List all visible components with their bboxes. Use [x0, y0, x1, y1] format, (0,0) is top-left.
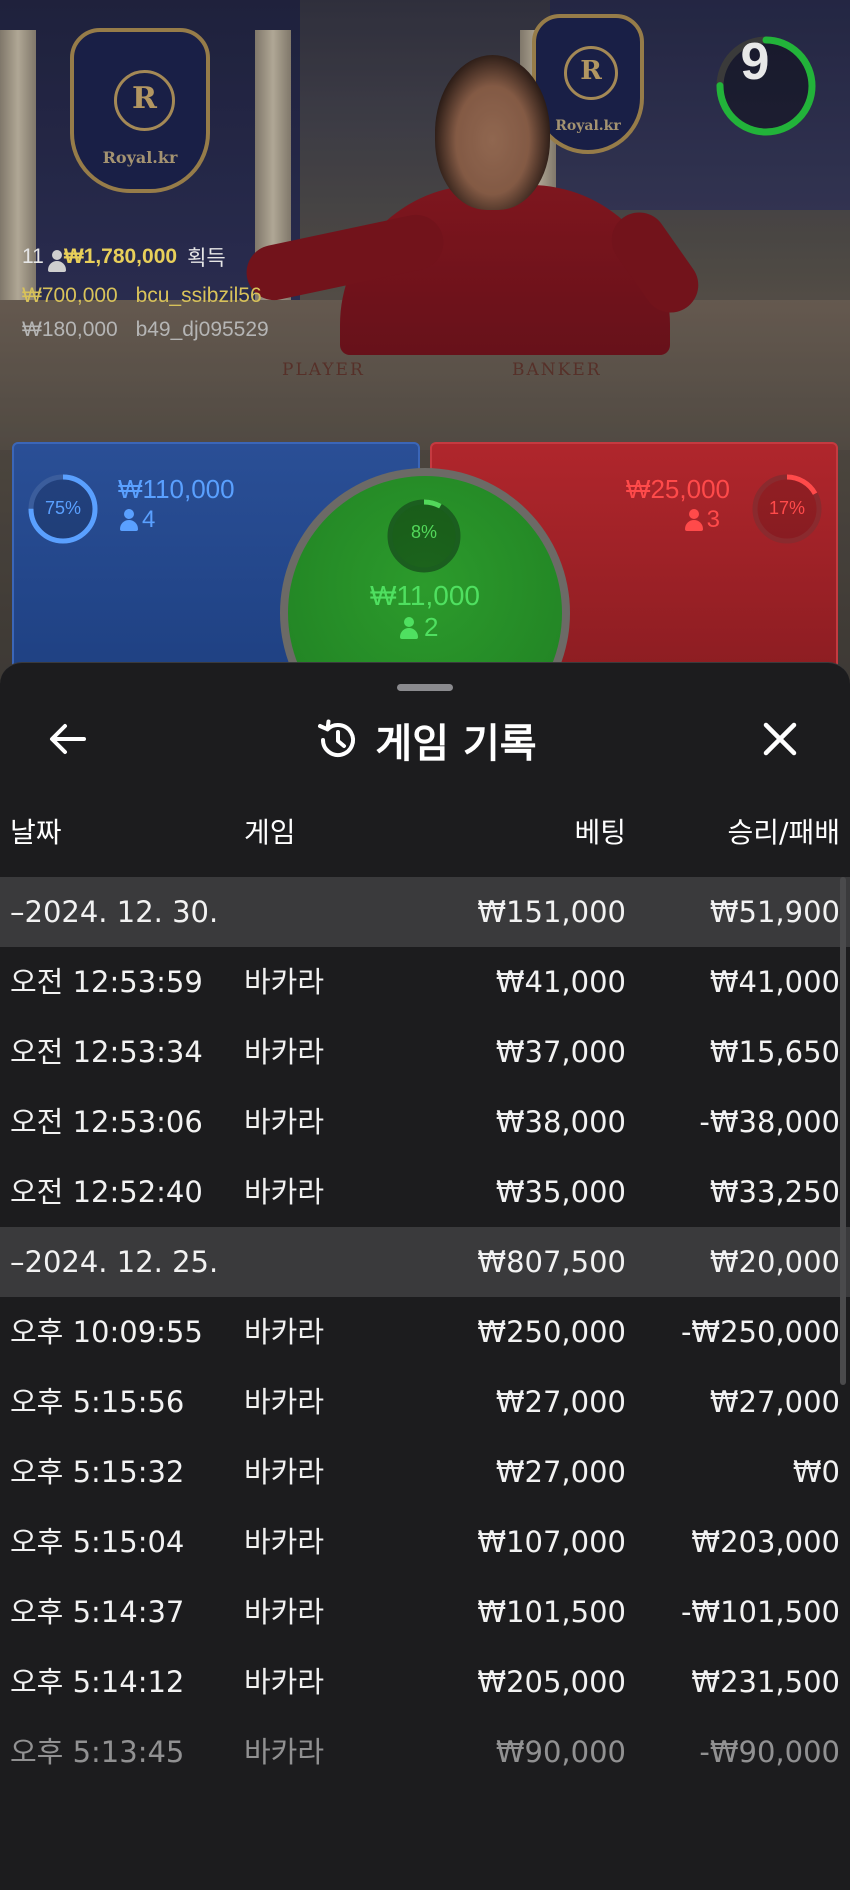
date-group-row[interactable]: –2024. 12. 25. ₩807,500 ₩20,000: [0, 1227, 850, 1297]
row-date: 오전 12:53:06: [10, 1105, 203, 1139]
row-win-loss: -₩38,000: [699, 1105, 840, 1139]
row-bet: ₩38,000: [495, 1105, 626, 1139]
row-date: 오후 5:14:12: [10, 1665, 185, 1699]
row-date: 오전 12:52:40: [10, 1175, 203, 1209]
history-row: 오후 5:15:04 바카라 ₩107,000 ₩203,000: [0, 1507, 850, 1577]
row-bet: ₩27,000: [495, 1385, 626, 1419]
history-row: 오후 5:15:32 바카라 ₩27,000 ₩0: [0, 1437, 850, 1507]
row-bet: ₩37,000: [495, 1035, 626, 1069]
list-fade: [0, 1780, 850, 1890]
row-game: 바카라: [244, 1105, 325, 1139]
countdown-number: 9: [740, 33, 770, 91]
page-title: 게임 기록: [375, 721, 537, 767]
person-icon: [400, 616, 418, 639]
row-bet: ₩101,500: [477, 1595, 626, 1629]
row-win-loss: ₩41,000: [709, 965, 840, 999]
person-icon: [47, 249, 66, 272]
person-icon: [120, 509, 138, 531]
row-bet: ₩107,000: [477, 1525, 626, 1559]
row-date: –2024. 12. 25.: [10, 1245, 219, 1279]
row-game: 바카라: [244, 1315, 325, 1349]
win-feed-summary: 11 ₩1,780,000 획득: [22, 245, 226, 272]
close-icon[interactable]: [756, 715, 804, 763]
date-group-row[interactable]: –2024. 12. 30. ₩151,000 ₩51,900: [0, 877, 850, 947]
row-bet: ₩41,000: [495, 965, 626, 999]
row-win-loss: ₩0: [792, 1455, 840, 1489]
row-date: 오후 5:15:04: [10, 1525, 185, 1559]
column-header-bet[interactable]: 베팅: [574, 811, 626, 851]
row-date: 오후 5:13:45: [10, 1735, 185, 1769]
row-game: 바카라: [244, 1665, 325, 1699]
player-percent: 75%: [44, 498, 82, 518]
live-video: R Royal.kr R Royal.kr PLAYER BANKER 9 11…: [0, 0, 850, 700]
player-bettors: 4: [120, 506, 155, 534]
history-row: 오후 5:15:56 바카라 ₩27,000 ₩27,000: [0, 1367, 850, 1437]
history-row: 오전 12:52:40 바카라 ₩35,000 ₩33,250: [0, 1157, 850, 1227]
table-header: 날짜 게임 베팅 승리/패배: [0, 811, 850, 855]
scrollbar[interactable]: [840, 877, 846, 1385]
row-game: 바카라: [244, 1035, 325, 1069]
column-header-date[interactable]: 날짜: [10, 811, 62, 851]
row-bet: ₩807,500: [477, 1245, 626, 1279]
history-row: 오전 12:53:06 바카라 ₩38,000 -₩38,000: [0, 1087, 850, 1157]
row-win-loss: -₩101,500: [680, 1595, 840, 1629]
row-bet: ₩250,000: [477, 1315, 626, 1349]
row-date: 오전 12:53:34: [10, 1035, 203, 1069]
win-feed-entry: ₩700,000 bcu_ssibzil56: [22, 284, 262, 307]
row-game: 바카라: [244, 1735, 325, 1769]
history-row: 오후 5:13:45 바카라 ₩90,000 -₩90,000: [0, 1717, 850, 1787]
column-header-game[interactable]: 게임: [244, 811, 296, 851]
row-bet: ₩35,000: [495, 1175, 626, 1209]
tie-percent: 8%: [410, 522, 437, 542]
banker-bettors: 3: [684, 506, 720, 534]
row-bet: ₩205,000: [477, 1665, 626, 1699]
row-win-loss: ₩33,250: [709, 1175, 840, 1209]
row-win-loss: ₩15,650: [709, 1035, 840, 1069]
person-icon: [684, 509, 703, 531]
row-game: 바카라: [244, 1175, 325, 1209]
row-game: 바카라: [244, 965, 325, 999]
column-header-win-loss[interactable]: 승리/패배: [728, 811, 840, 851]
row-date: –2024. 12. 30.: [10, 895, 219, 929]
row-win-loss: ₩51,900: [709, 895, 840, 929]
history-row: 오후 5:14:12 바카라 ₩205,000 ₩231,500: [0, 1647, 850, 1717]
win-feed-entry: ₩180,000 b49_dj095529: [22, 318, 269, 341]
sheet-header: 게임 기록: [0, 713, 850, 767]
row-win-loss: -₩250,000: [680, 1315, 840, 1349]
row-win-loss: ₩203,000: [691, 1525, 840, 1559]
tie-bet-amount: ₩11,000: [370, 580, 480, 611]
row-bet: ₩27,000: [495, 1455, 626, 1489]
sheet-drag-handle[interactable]: [397, 684, 453, 691]
history-icon: [318, 719, 356, 757]
row-bet: ₩90,000: [495, 1735, 626, 1769]
row-win-loss: -₩90,000: [699, 1735, 840, 1769]
banker-bet-amount: ₩25,000: [625, 474, 730, 504]
history-row: 오후 5:14:37 바카라 ₩101,500 -₩101,500: [0, 1577, 850, 1647]
win-feed: 11 ₩1,780,000 획득 ₩700,000 bcu_ssibzil56 …: [22, 242, 281, 342]
game-history-sheet: 게임 기록 날짜 게임 베팅 승리/패배 –2024. 12. 30. ₩151,…: [0, 662, 850, 1890]
history-table: –2024. 12. 30. ₩151,000 ₩51,900 오전 12:53:59…: [0, 877, 850, 1787]
row-game: 바카라: [244, 1525, 325, 1559]
player-bet-amount: ₩110,000: [118, 474, 235, 504]
row-game: 바카라: [244, 1385, 325, 1419]
history-row: 오전 12:53:34 바카라 ₩37,000 ₩15,650: [0, 1017, 850, 1087]
banker-percent: 17%: [768, 498, 806, 518]
row-win-loss: ₩20,000: [709, 1245, 840, 1279]
row-date: 오후 5:14:37: [10, 1595, 185, 1629]
row-date: 오후 5:15:56: [10, 1385, 185, 1419]
row-win-loss: ₩231,500: [691, 1665, 840, 1699]
row-date: 오후 10:09:55: [10, 1315, 203, 1349]
tie-bettors: 2: [400, 612, 438, 643]
row-win-loss: ₩27,000: [709, 1385, 840, 1419]
row-bet: ₩151,000: [477, 895, 626, 929]
history-row: 오전 12:53:59 바카라 ₩41,000 ₩41,000: [0, 947, 850, 1017]
row-game: 바카라: [244, 1595, 325, 1629]
row-date: 오전 12:53:59: [10, 965, 203, 999]
row-date: 오후 5:15:32: [10, 1455, 185, 1489]
history-row: 오후 10:09:55 바카라 ₩250,000 -₩250,000: [0, 1297, 850, 1367]
row-game: 바카라: [244, 1455, 325, 1489]
